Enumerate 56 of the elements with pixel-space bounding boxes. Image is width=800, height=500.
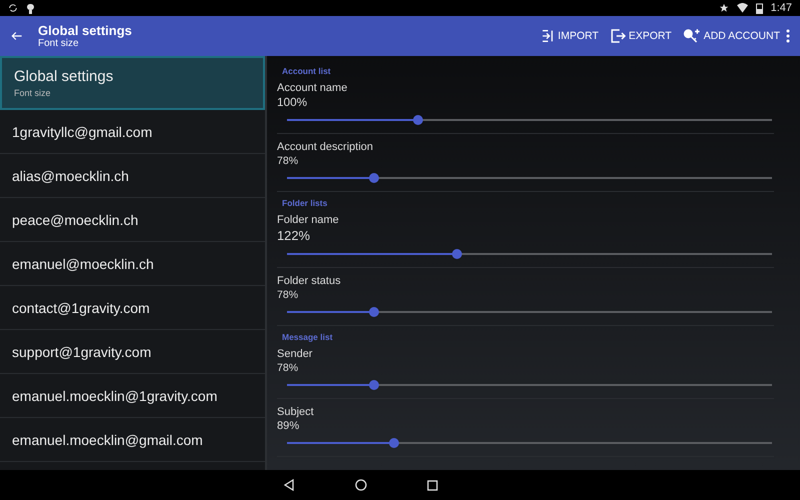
export-icon — [608, 27, 627, 45]
toolbar-subtitle: Font size — [38, 38, 80, 49]
setting-name: Sender — [277, 348, 314, 360]
setting-value: 78% — [277, 289, 300, 301]
setting-name: Folder name — [277, 214, 340, 226]
sidebar-item[interactable]: Global settings Font size — [0, 56, 265, 110]
slider-thumb[interactable] — [388, 438, 399, 448]
sidebar-item[interactable]: 1gravityllc@gmail.com — [0, 110, 265, 154]
slider-thumb[interactable] — [369, 173, 380, 183]
sidebar-item-title: Global settings — [14, 68, 114, 85]
sidebar-item-title: contact@1gravity.com — [12, 300, 151, 316]
setting-name: Account name — [277, 82, 348, 94]
section-header: Folder lists — [282, 198, 328, 208]
recents-nav-button[interactable] — [426, 480, 438, 490]
section-header: Message list — [282, 332, 334, 342]
battery-icon — [756, 2, 763, 14]
slider-thumb[interactable] — [369, 380, 380, 390]
sidebar-item[interactable]: peace@moecklin.ch — [0, 198, 265, 242]
sidebar-item-subtitle: Font size — [14, 88, 52, 98]
overflow-menu-button[interactable] — [784, 29, 792, 43]
setting-value: 100% — [277, 96, 308, 109]
sync-icon — [8, 3, 18, 13]
sidebar-item-title: emanuel.moecklin@gmail.com — [12, 432, 204, 448]
slider-thumb[interactable] — [369, 307, 380, 317]
setting-value: 89% — [277, 420, 300, 432]
star-icon — [718, 3, 729, 13]
home-nav-button[interactable] — [354, 479, 366, 491]
setting-value: 122% — [277, 228, 311, 243]
sidebar-item[interactable]: alias@moecklin.ch — [0, 154, 265, 198]
setting-value: 78% — [277, 155, 300, 167]
sidebar-item[interactable]: emanuel.moecklin@gmail.com — [0, 418, 265, 462]
sidebar-item-title: peace@moecklin.ch — [12, 212, 140, 228]
setting-name: Subject — [277, 406, 315, 418]
toolbar-action-button[interactable]: EXPORT — [604, 27, 676, 45]
slider-thumb[interactable] — [412, 115, 423, 125]
setting-name: Folder status — [277, 275, 342, 287]
sidebar-item-title: emanuel.moecklin@1gravity.com — [12, 388, 218, 404]
toolbar-action-button[interactable]: IMPORT — [536, 27, 603, 45]
setting-value: 78% — [277, 362, 300, 374]
sidebar-item-title: alias@moecklin.ch — [12, 168, 130, 184]
sidebar-item[interactable]: support@1gravity.com — [0, 330, 265, 374]
back-nav-button[interactable] — [282, 479, 294, 491]
sidebar-item[interactable]: emanuel.moecklin@1gravity.com — [0, 374, 265, 418]
sidebar-item-title: 1gravityllc@gmail.com — [12, 124, 154, 140]
sidebar-item[interactable]: contact@1gravity.com — [0, 286, 265, 330]
sidebar-item-title: emanuel@moecklin.ch — [12, 256, 155, 272]
clock-time: 1:47 — [770, 2, 792, 14]
section-header: Account list — [282, 66, 332, 76]
slider-thumb[interactable] — [452, 249, 462, 259]
toolbar-title: Global settings — [38, 23, 133, 38]
sidebar-item-title: support@1gravity.com — [12, 344, 152, 360]
toolbar-action-button[interactable]: ADD ACCOUNT — [678, 27, 784, 45]
key-icon — [682, 27, 702, 45]
wifi-icon — [736, 3, 748, 13]
sidebar-item[interactable]: emanuel@moecklin.ch — [0, 242, 265, 286]
setting-name: Account description — [277, 141, 374, 153]
